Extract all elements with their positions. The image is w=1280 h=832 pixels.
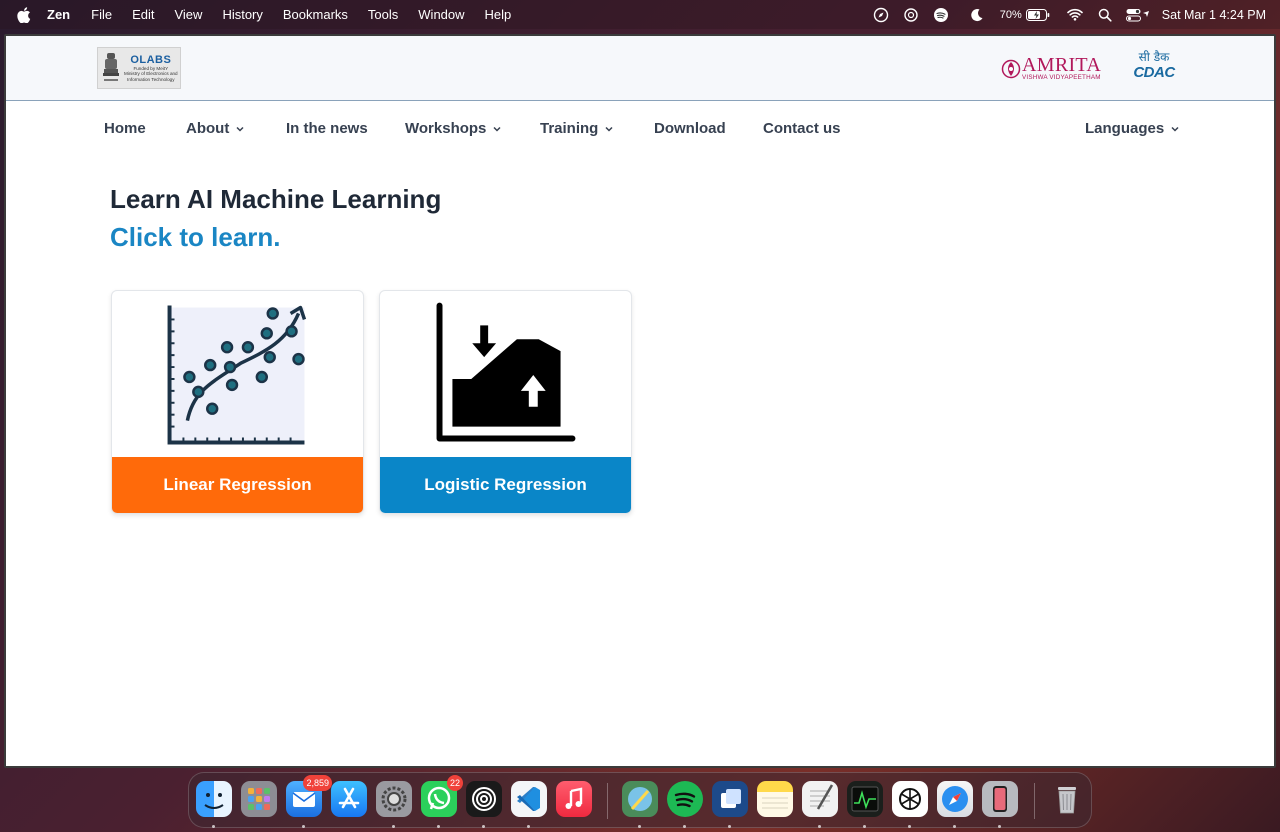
menu-clock[interactable]: Sat Mar 1 4:24 PM xyxy=(1162,8,1266,22)
dock-separator xyxy=(607,783,608,819)
battery-icon[interactable] xyxy=(1025,6,1050,24)
launchpad-icon[interactable] xyxy=(241,781,277,817)
nav-workshops[interactable]: Workshops xyxy=(405,120,502,137)
dock: 2,859 22 xyxy=(188,772,1092,828)
nav-workshops-label: Workshops xyxy=(405,120,487,137)
notes-icon[interactable] xyxy=(757,781,793,817)
amrita-emblem-icon xyxy=(1001,59,1021,79)
app-with-cards-icon[interactable] xyxy=(712,781,748,828)
logistic-regression-card[interactable]: Logistic Regression xyxy=(379,290,632,514)
national-emblem-icon xyxy=(103,53,119,81)
search-icon[interactable] xyxy=(1096,6,1114,24)
olabs-ministry-line-2: Information Technology xyxy=(127,76,175,82)
nav-training-label: Training xyxy=(540,120,599,137)
menu-bar: Zen File Edit View History Bookmarks Too… xyxy=(0,0,1280,29)
nav-about-label: About xyxy=(186,120,230,137)
whatsapp-icon[interactable]: 22 xyxy=(421,775,463,828)
chevron-down-icon xyxy=(1170,124,1180,134)
iphone-mirroring-icon[interactable] xyxy=(982,781,1018,828)
nav-home[interactable]: Home xyxy=(104,120,146,137)
page-title: Learn AI Machine Learning xyxy=(110,184,442,214)
nav-about[interactable]: About xyxy=(186,120,245,137)
nav-download[interactable]: Download xyxy=(654,120,726,137)
menu-help[interactable]: Help xyxy=(485,7,512,22)
menu-edit[interactable]: Edit xyxy=(132,7,154,22)
instruments-icon[interactable] xyxy=(622,781,658,828)
menu-bookmarks[interactable]: Bookmarks xyxy=(283,7,348,22)
linear-regression-card[interactable]: Linear Regression xyxy=(111,290,364,514)
amrita-name: AMRITA xyxy=(1022,54,1102,76)
apple-icon[interactable] xyxy=(17,6,31,23)
menu-view[interactable]: View xyxy=(174,7,202,22)
nav-training[interactable]: Training xyxy=(540,120,614,137)
chevron-down-icon xyxy=(604,124,614,134)
compass-icon[interactable] xyxy=(872,6,890,24)
vscode-icon[interactable] xyxy=(511,781,547,828)
scatter-plot-trend-icon xyxy=(167,305,307,445)
control-center-icon[interactable] xyxy=(1125,6,1150,24)
openai-icon[interactable] xyxy=(902,6,920,24)
menu-history[interactable]: History xyxy=(222,7,262,22)
main-nav: Home About In the news Workshops Trainin… xyxy=(6,100,1274,156)
nav-home-label: Home xyxy=(104,120,146,137)
logistic-regression-label[interactable]: Logistic Regression xyxy=(380,457,631,513)
amrita-subtitle: VISHWA VIDYAPEETHAM xyxy=(1022,74,1101,81)
olabs-logo[interactable]: OLABS Funded by MeitY Ministry of Electr… xyxy=(97,47,181,89)
data-chart-arrows-icon xyxy=(436,302,576,442)
cdac-hindi-name: सी डैक xyxy=(1138,50,1170,64)
textedit-icon[interactable] xyxy=(802,781,838,828)
amrita-logo[interactable]: AMRITA VISHWA VIDYAPEETHAM xyxy=(1001,54,1102,82)
menu-window[interactable]: Window xyxy=(418,7,464,22)
spotify-icon[interactable] xyxy=(667,781,703,828)
moon-icon[interactable] xyxy=(968,6,986,24)
nav-contact-us[interactable]: Contact us xyxy=(763,120,841,137)
spotify-status-icon[interactable] xyxy=(932,6,950,24)
menu-file[interactable]: File xyxy=(91,7,112,22)
menu-tools[interactable]: Tools xyxy=(368,7,398,22)
music-icon[interactable] xyxy=(556,781,592,817)
activity-monitor-icon[interactable] xyxy=(847,781,883,828)
nav-download-label: Download xyxy=(654,120,726,137)
linear-regression-label[interactable]: Linear Regression xyxy=(112,457,363,513)
site-header: OLABS Funded by MeitY Ministry of Electr… xyxy=(6,36,1274,101)
nav-news-label: In the news xyxy=(286,120,368,137)
nav-languages-label: Languages xyxy=(1085,120,1165,137)
chevron-down-icon xyxy=(235,124,245,134)
browser-window: OLABS Funded by MeitY Ministry of Electr… xyxy=(4,34,1276,768)
nav-in-the-news[interactable]: In the news xyxy=(286,120,368,137)
trash-icon[interactable] xyxy=(1049,781,1085,817)
nav-contact-label: Contact us xyxy=(763,120,841,137)
nav-languages[interactable]: Languages xyxy=(1085,120,1180,137)
finder-icon[interactable] xyxy=(196,781,232,828)
whatsapp-badge: 22 xyxy=(446,775,463,791)
mail-badge: 2,859 xyxy=(303,775,332,791)
rings-app-icon[interactable] xyxy=(466,781,502,828)
cdac-logo[interactable]: सी डैक CDAC xyxy=(1131,50,1177,86)
chatgpt-icon[interactable] xyxy=(892,781,928,828)
battery-percentage: 70% xyxy=(999,8,1022,21)
system-settings-icon[interactable] xyxy=(376,781,412,828)
menu-app-name[interactable]: Zen xyxy=(47,7,70,22)
chevron-down-icon xyxy=(492,124,502,134)
safari-icon[interactable] xyxy=(937,781,973,828)
dock-separator xyxy=(1034,783,1035,819)
mail-icon[interactable]: 2,859 xyxy=(286,775,332,828)
wifi-icon[interactable] xyxy=(1066,6,1084,24)
cdac-name: CDAC xyxy=(1133,64,1175,81)
olabs-name: OLABS xyxy=(130,53,172,66)
app-store-icon[interactable] xyxy=(331,781,367,817)
status-area: 70% Sat Mar 1 4:24 PM xyxy=(860,0,1266,29)
page-subtitle: Click to learn. xyxy=(110,222,281,252)
